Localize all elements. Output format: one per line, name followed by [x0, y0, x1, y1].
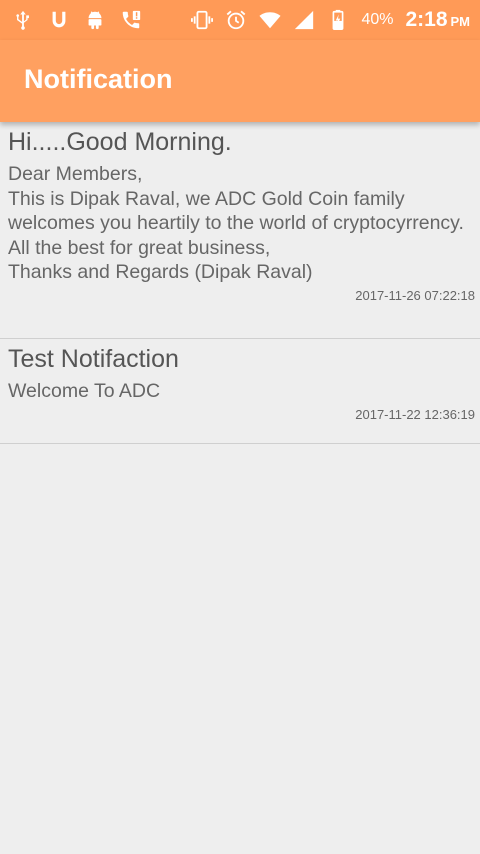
battery-percentage: 40% — [361, 11, 394, 28]
cell-signal-icon — [293, 9, 315, 31]
notification-item[interactable]: Test Notifaction Welcome To ADC 2017-11-… — [0, 339, 480, 444]
notification-title: Hi.....Good Morning. — [8, 128, 232, 156]
clock-ampm: PM — [450, 14, 471, 29]
vibrate-icon — [191, 9, 214, 31]
notification-list: Hi.....Good Morning. Dear Members, This … — [0, 122, 480, 444]
app-bar: Notification — [0, 40, 480, 122]
android-icon — [84, 9, 106, 31]
clock-time: 2:18 — [405, 8, 448, 31]
usb-icon — [12, 9, 34, 31]
notification-item[interactable]: Hi.....Good Morning. Dear Members, This … — [0, 122, 480, 339]
notification-body: Dear Members, This is Dipak Raval, we AD… — [8, 163, 464, 283]
clock: 2:18 PM — [405, 8, 470, 32]
wifi-icon — [259, 9, 281, 31]
missed-call-icon — [120, 9, 142, 31]
page-title: Notification — [24, 64, 173, 94]
notification-body: Welcome To ADC — [8, 380, 161, 402]
u-app-icon — [48, 9, 70, 31]
notification-date: 2017-11-26 07:22:18 — [355, 287, 475, 303]
alarm-icon — [225, 9, 247, 31]
notification-title: Test Notifaction — [8, 345, 179, 373]
status-bar: 40% 2:18 PM — [0, 0, 480, 40]
notification-date: 2017-11-22 12:36:19 — [355, 406, 475, 422]
battery-charging-icon — [327, 9, 349, 31]
